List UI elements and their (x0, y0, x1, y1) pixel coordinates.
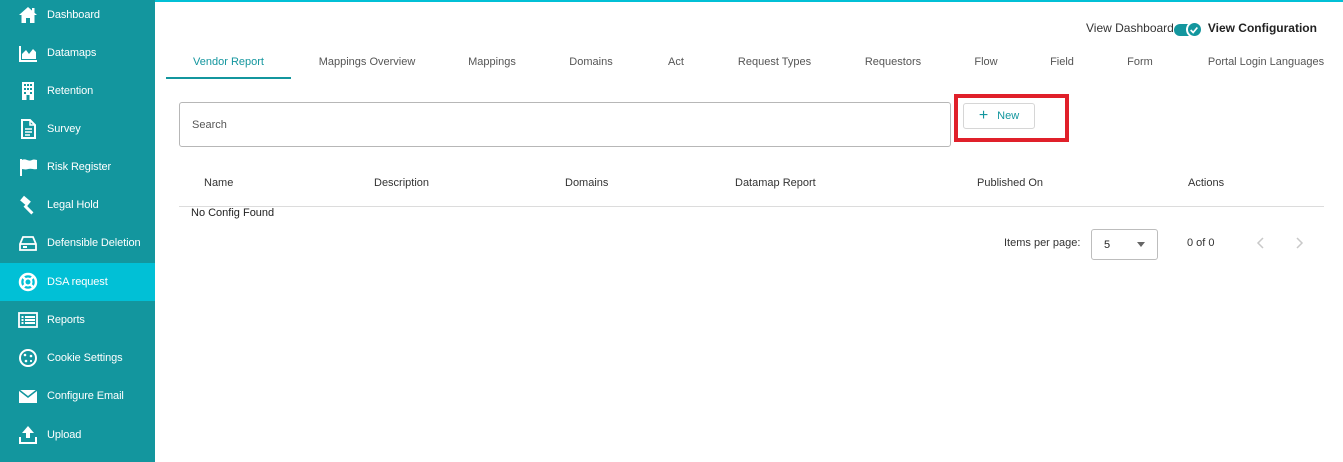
tab-request-types[interactable]: Request Types (716, 45, 833, 78)
sidebar-item-label: Reports (47, 314, 85, 326)
sidebar-item-dashboard[interactable]: Dashboard (0, 0, 155, 34)
area-chart-icon (17, 42, 39, 64)
upload-icon (17, 424, 39, 446)
sidebar-item-datamaps[interactable]: Datamaps (0, 34, 155, 72)
new-button-label: New (997, 110, 1020, 122)
sidebar-item-legal-hold[interactable]: Legal Hold (0, 186, 155, 224)
page-size-value: 5 (1104, 238, 1111, 251)
page-size-select[interactable]: 5 (1091, 229, 1158, 260)
sidebar-item-risk-register[interactable]: Risk Register (0, 148, 155, 186)
sidebar-item-dsa-request[interactable]: DSA request (0, 263, 155, 301)
document-icon (17, 118, 39, 140)
cookie-icon (17, 347, 39, 369)
search-box (179, 102, 951, 147)
sidebar-item-label: Datamaps (47, 47, 97, 59)
home-icon (17, 4, 39, 26)
config-tabs: Vendor Report Mappings Overview Mappings… (166, 45, 1343, 78)
column-header-description: Description (374, 177, 430, 189)
column-header-domains: Domains (565, 177, 609, 189)
view-configuration-label[interactable]: View Configuration (1208, 21, 1317, 35)
tab-domains[interactable]: Domains (546, 45, 636, 78)
active-tab-indicator (166, 77, 291, 79)
view-toggle: View Dashboard View Configuration (1086, 18, 1317, 38)
top-divider (155, 0, 1343, 2)
caret-down-icon (1137, 242, 1145, 247)
tab-requestors[interactable]: Requestors (843, 45, 943, 78)
sidebar-item-label: Defensible Deletion (47, 237, 141, 249)
tab-act[interactable]: Act (646, 45, 706, 78)
sidebar-item-label: Upload (47, 429, 82, 441)
previous-page-button[interactable] (1255, 236, 1267, 250)
flag-icon (17, 156, 39, 178)
sidebar-item-label: Configure Email (47, 390, 124, 402)
search-input[interactable] (180, 103, 950, 146)
list-icon (17, 309, 39, 331)
empty-state-message: No Config Found (191, 207, 275, 219)
envelope-icon (17, 385, 39, 407)
tab-flow[interactable]: Flow (951, 45, 1021, 78)
sidebar-item-defensible-deletion[interactable]: Defensible Deletion (0, 224, 155, 262)
view-dashboard-label[interactable]: View Dashboard (1086, 21, 1174, 35)
column-header-published-on: Published On (977, 177, 1044, 189)
tab-field[interactable]: Field (1028, 45, 1096, 78)
sidebar-item-reports[interactable]: Reports (0, 301, 155, 339)
items-per-page-label: Items per page: (1004, 237, 1081, 249)
gavel-icon (17, 194, 39, 216)
sidebar-item-label: Legal Hold (47, 199, 99, 211)
column-header-actions: Actions (1188, 177, 1225, 189)
column-header-datamap-report: Datamap Report (735, 177, 816, 189)
building-icon (17, 80, 39, 102)
sidebar-item-retention[interactable]: Retention (0, 72, 155, 110)
tab-vendor-report[interactable]: Vendor Report (166, 45, 291, 78)
page-range-label: 0 of 0 (1187, 237, 1215, 249)
plus-icon: + (978, 107, 989, 124)
sidebar-item-label: Dashboard (47, 9, 100, 21)
drive-icon (17, 232, 39, 254)
sidebar-item-label: Retention (47, 85, 94, 97)
sidebar-item-cookie-settings[interactable]: Cookie Settings (0, 339, 155, 377)
sidebar-item-label: Survey (47, 123, 81, 135)
sidebar: Dashboard Datamaps Retention Survey Risk… (0, 0, 155, 462)
sidebar-item-label: Risk Register (47, 161, 112, 173)
new-button[interactable]: + New (963, 103, 1035, 129)
tab-mappings-overview[interactable]: Mappings Overview (297, 45, 437, 78)
next-page-button[interactable] (1293, 236, 1305, 250)
sidebar-item-label: Cookie Settings (47, 352, 123, 364)
sidebar-item-label: DSA request (47, 276, 108, 288)
chevron-left-icon (1256, 237, 1264, 249)
column-header-name: Name (204, 177, 234, 189)
tab-form[interactable]: Form (1106, 45, 1174, 78)
table-divider (179, 206, 1324, 207)
tab-portal-login-languages[interactable]: Portal Login Languages (1196, 45, 1336, 78)
chevron-right-icon (1296, 237, 1304, 249)
sidebar-item-upload[interactable]: Upload (0, 416, 155, 454)
view-mode-switch[interactable] (1173, 21, 1204, 38)
sidebar-item-survey[interactable]: Survey (0, 110, 155, 148)
lifebuoy-icon (17, 271, 39, 293)
check-icon (1185, 21, 1203, 38)
sidebar-item-configure-email[interactable]: Configure Email (0, 377, 155, 415)
tab-mappings[interactable]: Mappings (446, 45, 538, 78)
